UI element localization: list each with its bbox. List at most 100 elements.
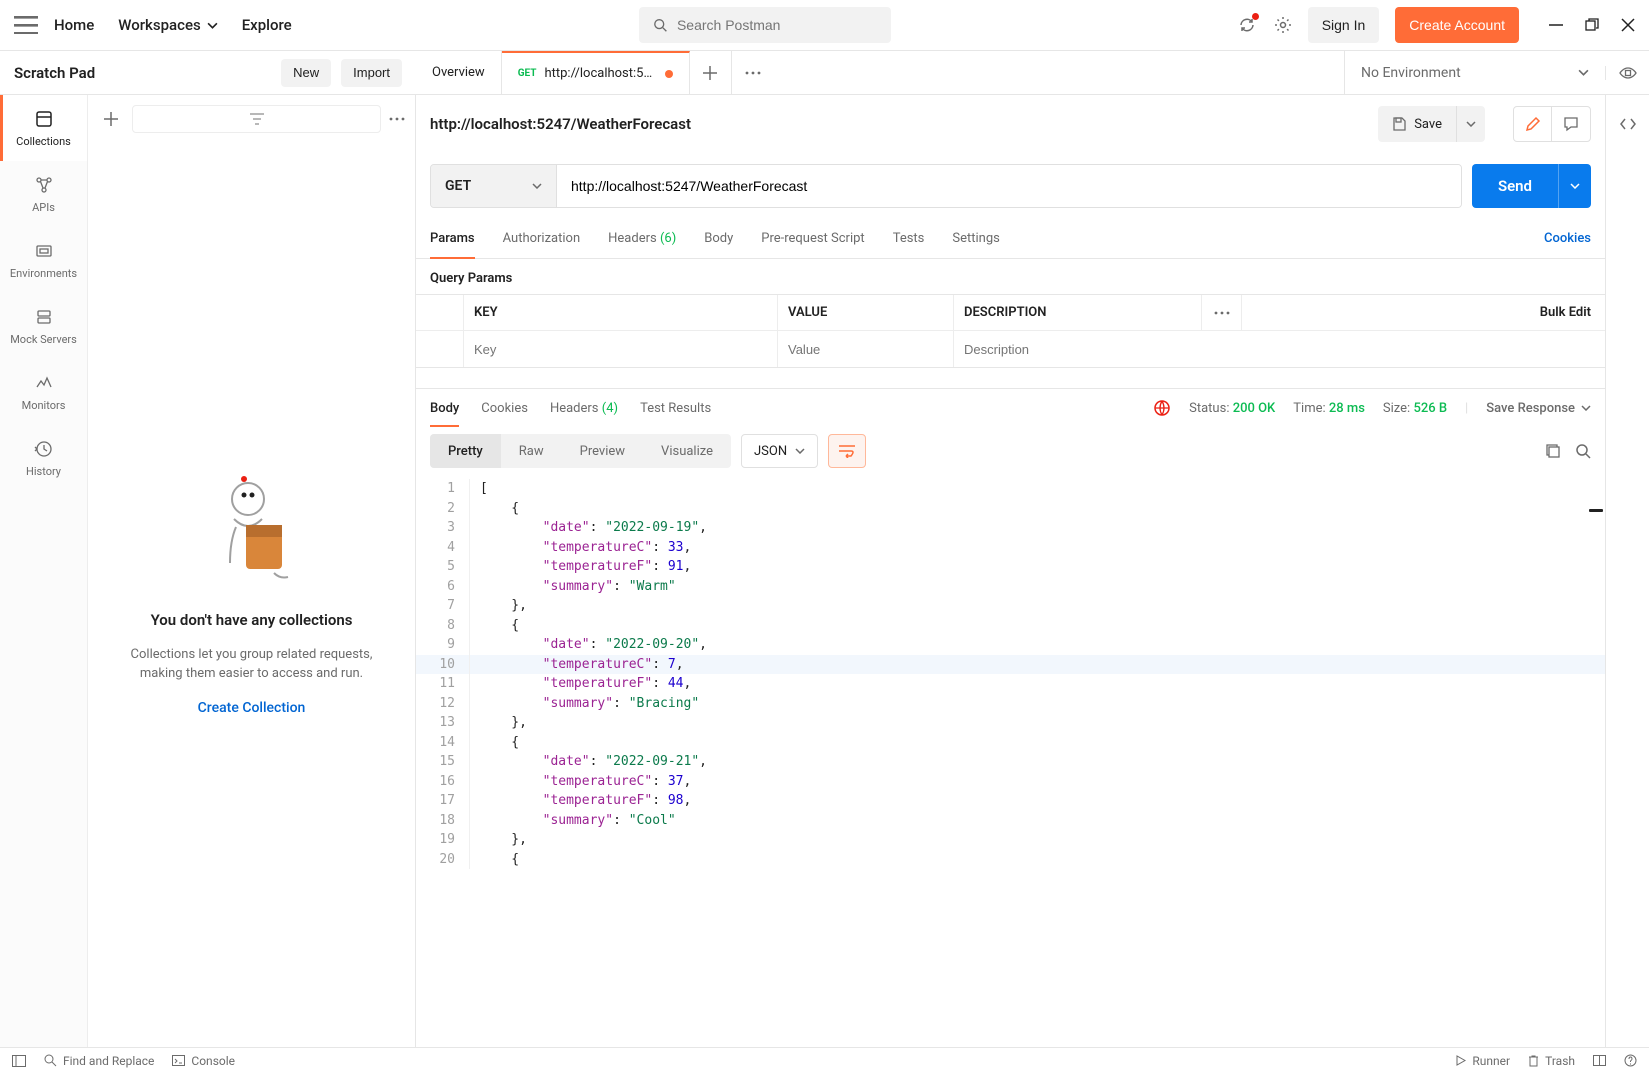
- search-input[interactable]: [677, 17, 877, 33]
- edit-icon-button[interactable]: [1514, 107, 1552, 141]
- rail-monitors[interactable]: Monitors: [0, 359, 87, 425]
- qp-key-input[interactable]: [474, 342, 767, 357]
- minimap-scroll-indicator[interactable]: [1589, 509, 1603, 512]
- view-visualize[interactable]: Visualize: [643, 434, 731, 468]
- save-response-button[interactable]: Save Response: [1486, 401, 1591, 416]
- environment-select[interactable]: No Environment: [1345, 65, 1605, 81]
- qp-key-header: KEY: [464, 295, 778, 330]
- empty-title: You don't have any collections: [151, 611, 353, 629]
- nav-home[interactable]: Home: [54, 16, 94, 34]
- view-preview[interactable]: Preview: [562, 434, 643, 468]
- tab-params[interactable]: Params: [430, 219, 475, 258]
- trash-button[interactable]: Trash: [1528, 1054, 1575, 1068]
- save-button[interactable]: Save: [1378, 106, 1485, 142]
- empty-collections-illustration: [204, 475, 300, 595]
- filter-icon: [250, 113, 264, 125]
- url-input[interactable]: [557, 165, 1461, 207]
- response-body[interactable]: 1[2 {3 "date": "2022-09-19",4 "temperatu…: [416, 475, 1605, 1047]
- sync-icon[interactable]: [1238, 16, 1256, 34]
- find-replace-button[interactable]: Find and Replace: [44, 1054, 154, 1068]
- view-pretty[interactable]: Pretty: [430, 434, 501, 468]
- chevron-down-icon: [795, 448, 805, 454]
- request-title: http://localhost:5247/WeatherForecast: [430, 115, 1368, 133]
- menu-icon[interactable]: [14, 13, 38, 37]
- resp-tab-headers[interactable]: Headers (4): [550, 389, 618, 427]
- view-raw[interactable]: Raw: [501, 434, 562, 468]
- add-tab-button[interactable]: [690, 51, 732, 94]
- nav-explore[interactable]: Explore: [242, 16, 292, 34]
- method-select[interactable]: GET: [431, 165, 557, 207]
- empty-text: Collections let you group related reques…: [108, 645, 395, 684]
- tab-headers[interactable]: Headers (6): [608, 219, 676, 258]
- add-collection-button[interactable]: [98, 106, 124, 132]
- new-button[interactable]: New: [281, 59, 331, 87]
- rail-environments[interactable]: Environments: [0, 227, 87, 293]
- rail-history[interactable]: History: [0, 425, 87, 491]
- environment-preview-button[interactable]: [1605, 66, 1649, 80]
- console-button[interactable]: Console: [172, 1054, 235, 1068]
- tab-prerequest[interactable]: Pre-request Script: [761, 219, 864, 258]
- tab-authorization[interactable]: Authorization: [503, 219, 581, 258]
- resp-tab-test-results[interactable]: Test Results: [640, 389, 711, 427]
- search-box[interactable]: [639, 7, 891, 43]
- environments-icon: [34, 241, 54, 261]
- qp-value-input[interactable]: [788, 342, 943, 357]
- pencil-icon: [1525, 116, 1541, 132]
- qp-description-input[interactable]: [964, 342, 1595, 357]
- layout-button[interactable]: [1593, 1055, 1606, 1066]
- qp-value-header: VALUE: [778, 295, 954, 330]
- window-maximize-icon[interactable]: [1585, 18, 1599, 32]
- monitors-icon: [34, 373, 54, 393]
- resp-tab-cookies[interactable]: Cookies: [481, 389, 528, 427]
- code-panel-button[interactable]: [1609, 105, 1647, 143]
- tab-body[interactable]: Body: [704, 219, 733, 258]
- create-account-button[interactable]: Create Account: [1395, 7, 1519, 43]
- send-button[interactable]: Send: [1472, 164, 1591, 208]
- help-button[interactable]: [1624, 1054, 1637, 1067]
- rail-apis[interactable]: APIs: [0, 161, 87, 227]
- mock-servers-icon: [34, 307, 54, 327]
- bulk-edit-button[interactable]: Bulk Edit: [1242, 295, 1605, 330]
- create-collection-link[interactable]: Create Collection: [198, 700, 306, 716]
- resp-tab-body[interactable]: Body: [430, 389, 459, 427]
- response-type-select[interactable]: JSON: [741, 434, 818, 468]
- chevron-down-icon: [207, 20, 218, 31]
- copy-response-button[interactable]: [1545, 443, 1561, 459]
- unsaved-dot-icon: [665, 70, 673, 78]
- filter-input[interactable]: [132, 105, 381, 133]
- cookies-link[interactable]: Cookies: [1544, 231, 1591, 246]
- chevron-down-icon: [1578, 69, 1589, 76]
- sign-in-button[interactable]: Sign In: [1308, 7, 1380, 43]
- chevron-down-icon: [532, 183, 542, 189]
- scratch-pad-title: Scratch Pad: [14, 64, 271, 82]
- comment-icon: [1563, 116, 1579, 132]
- history-icon: [34, 439, 54, 459]
- wrap-icon: [838, 444, 856, 458]
- collections-icon: [34, 109, 54, 129]
- comment-icon-button[interactable]: [1552, 107, 1590, 141]
- tab-options-button[interactable]: [732, 51, 774, 94]
- search-response-button[interactable]: [1575, 443, 1591, 459]
- settings-icon[interactable]: [1274, 16, 1292, 34]
- sidebar-toggle-button[interactable]: [12, 1055, 26, 1067]
- qp-description-header: DESCRIPTION: [954, 295, 1202, 330]
- send-options-button[interactable]: [1559, 164, 1591, 208]
- sidepanel-options-button[interactable]: [389, 117, 405, 121]
- qp-options-button[interactable]: [1202, 295, 1242, 330]
- runner-button[interactable]: Runner: [1455, 1054, 1510, 1068]
- tab-request[interactable]: GET http://localhost:5247/W: [502, 51, 690, 94]
- nav-workspaces[interactable]: Workspaces: [118, 16, 217, 34]
- save-options-button[interactable]: [1457, 121, 1485, 127]
- tab-tests[interactable]: Tests: [893, 219, 925, 258]
- network-icon[interactable]: [1153, 399, 1171, 417]
- window-minimize-icon[interactable]: [1549, 18, 1563, 32]
- rail-collections[interactable]: Collections: [0, 95, 87, 161]
- tab-overview[interactable]: Overview: [416, 51, 502, 94]
- window-close-icon[interactable]: [1621, 18, 1635, 32]
- rail-mock-servers[interactable]: Mock Servers: [0, 293, 87, 359]
- query-params-title: Query Params: [416, 259, 1605, 294]
- chevron-down-icon: [1581, 405, 1591, 411]
- tab-settings[interactable]: Settings: [952, 219, 999, 258]
- import-button[interactable]: Import: [341, 59, 402, 87]
- wrap-lines-button[interactable]: [828, 434, 866, 468]
